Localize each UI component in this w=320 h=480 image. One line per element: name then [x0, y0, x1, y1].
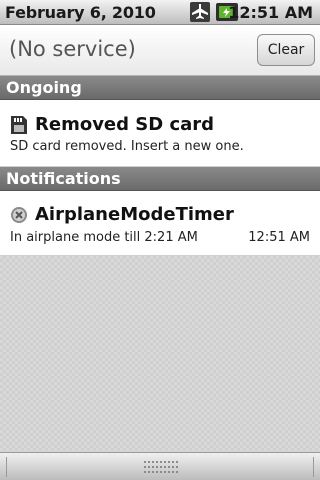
handle-edge-right [313, 457, 314, 477]
carrier-label: (No service) [9, 37, 136, 61]
notifications-section-label: Notifications [6, 169, 121, 188]
grip-icon [144, 461, 178, 473]
notification-shade-handle[interactable] [0, 452, 320, 480]
notification-item-airplane-mode-timer[interactable]: AirplaneModeTimer In airplane mode till … [0, 191, 320, 256]
ongoing-section-header: Ongoing [0, 76, 320, 100]
handle-edge-left [6, 457, 7, 477]
clear-button[interactable]: Clear [257, 34, 315, 66]
status-time: 12:51 AM [228, 3, 313, 22]
notification-title: AirplaneModeTimer [35, 204, 234, 225]
notifications-section-header: Notifications [0, 167, 320, 191]
ongoing-section-label: Ongoing [6, 78, 82, 97]
ongoing-item-sd-card[interactable]: Removed SD card SD card removed. Insert … [0, 100, 320, 167]
airplane-mode-icon [190, 2, 210, 22]
carrier-header: (No service) Clear [0, 25, 320, 76]
status-date: February 6, 2010 [5, 3, 156, 22]
notification-text: In airplane mode till 2:21 AM [10, 230, 198, 245]
airplane-mode-timer-icon [11, 207, 27, 223]
status-bar[interactable]: February 6, 2010 12:51 AM [0, 0, 320, 25]
notification-title: Removed SD card [35, 114, 215, 135]
notification-text: SD card removed. Insert a new one. [10, 139, 244, 154]
empty-notification-area [0, 256, 320, 452]
sd-card-icon [11, 116, 27, 134]
notification-time: 12:51 AM [248, 230, 310, 245]
